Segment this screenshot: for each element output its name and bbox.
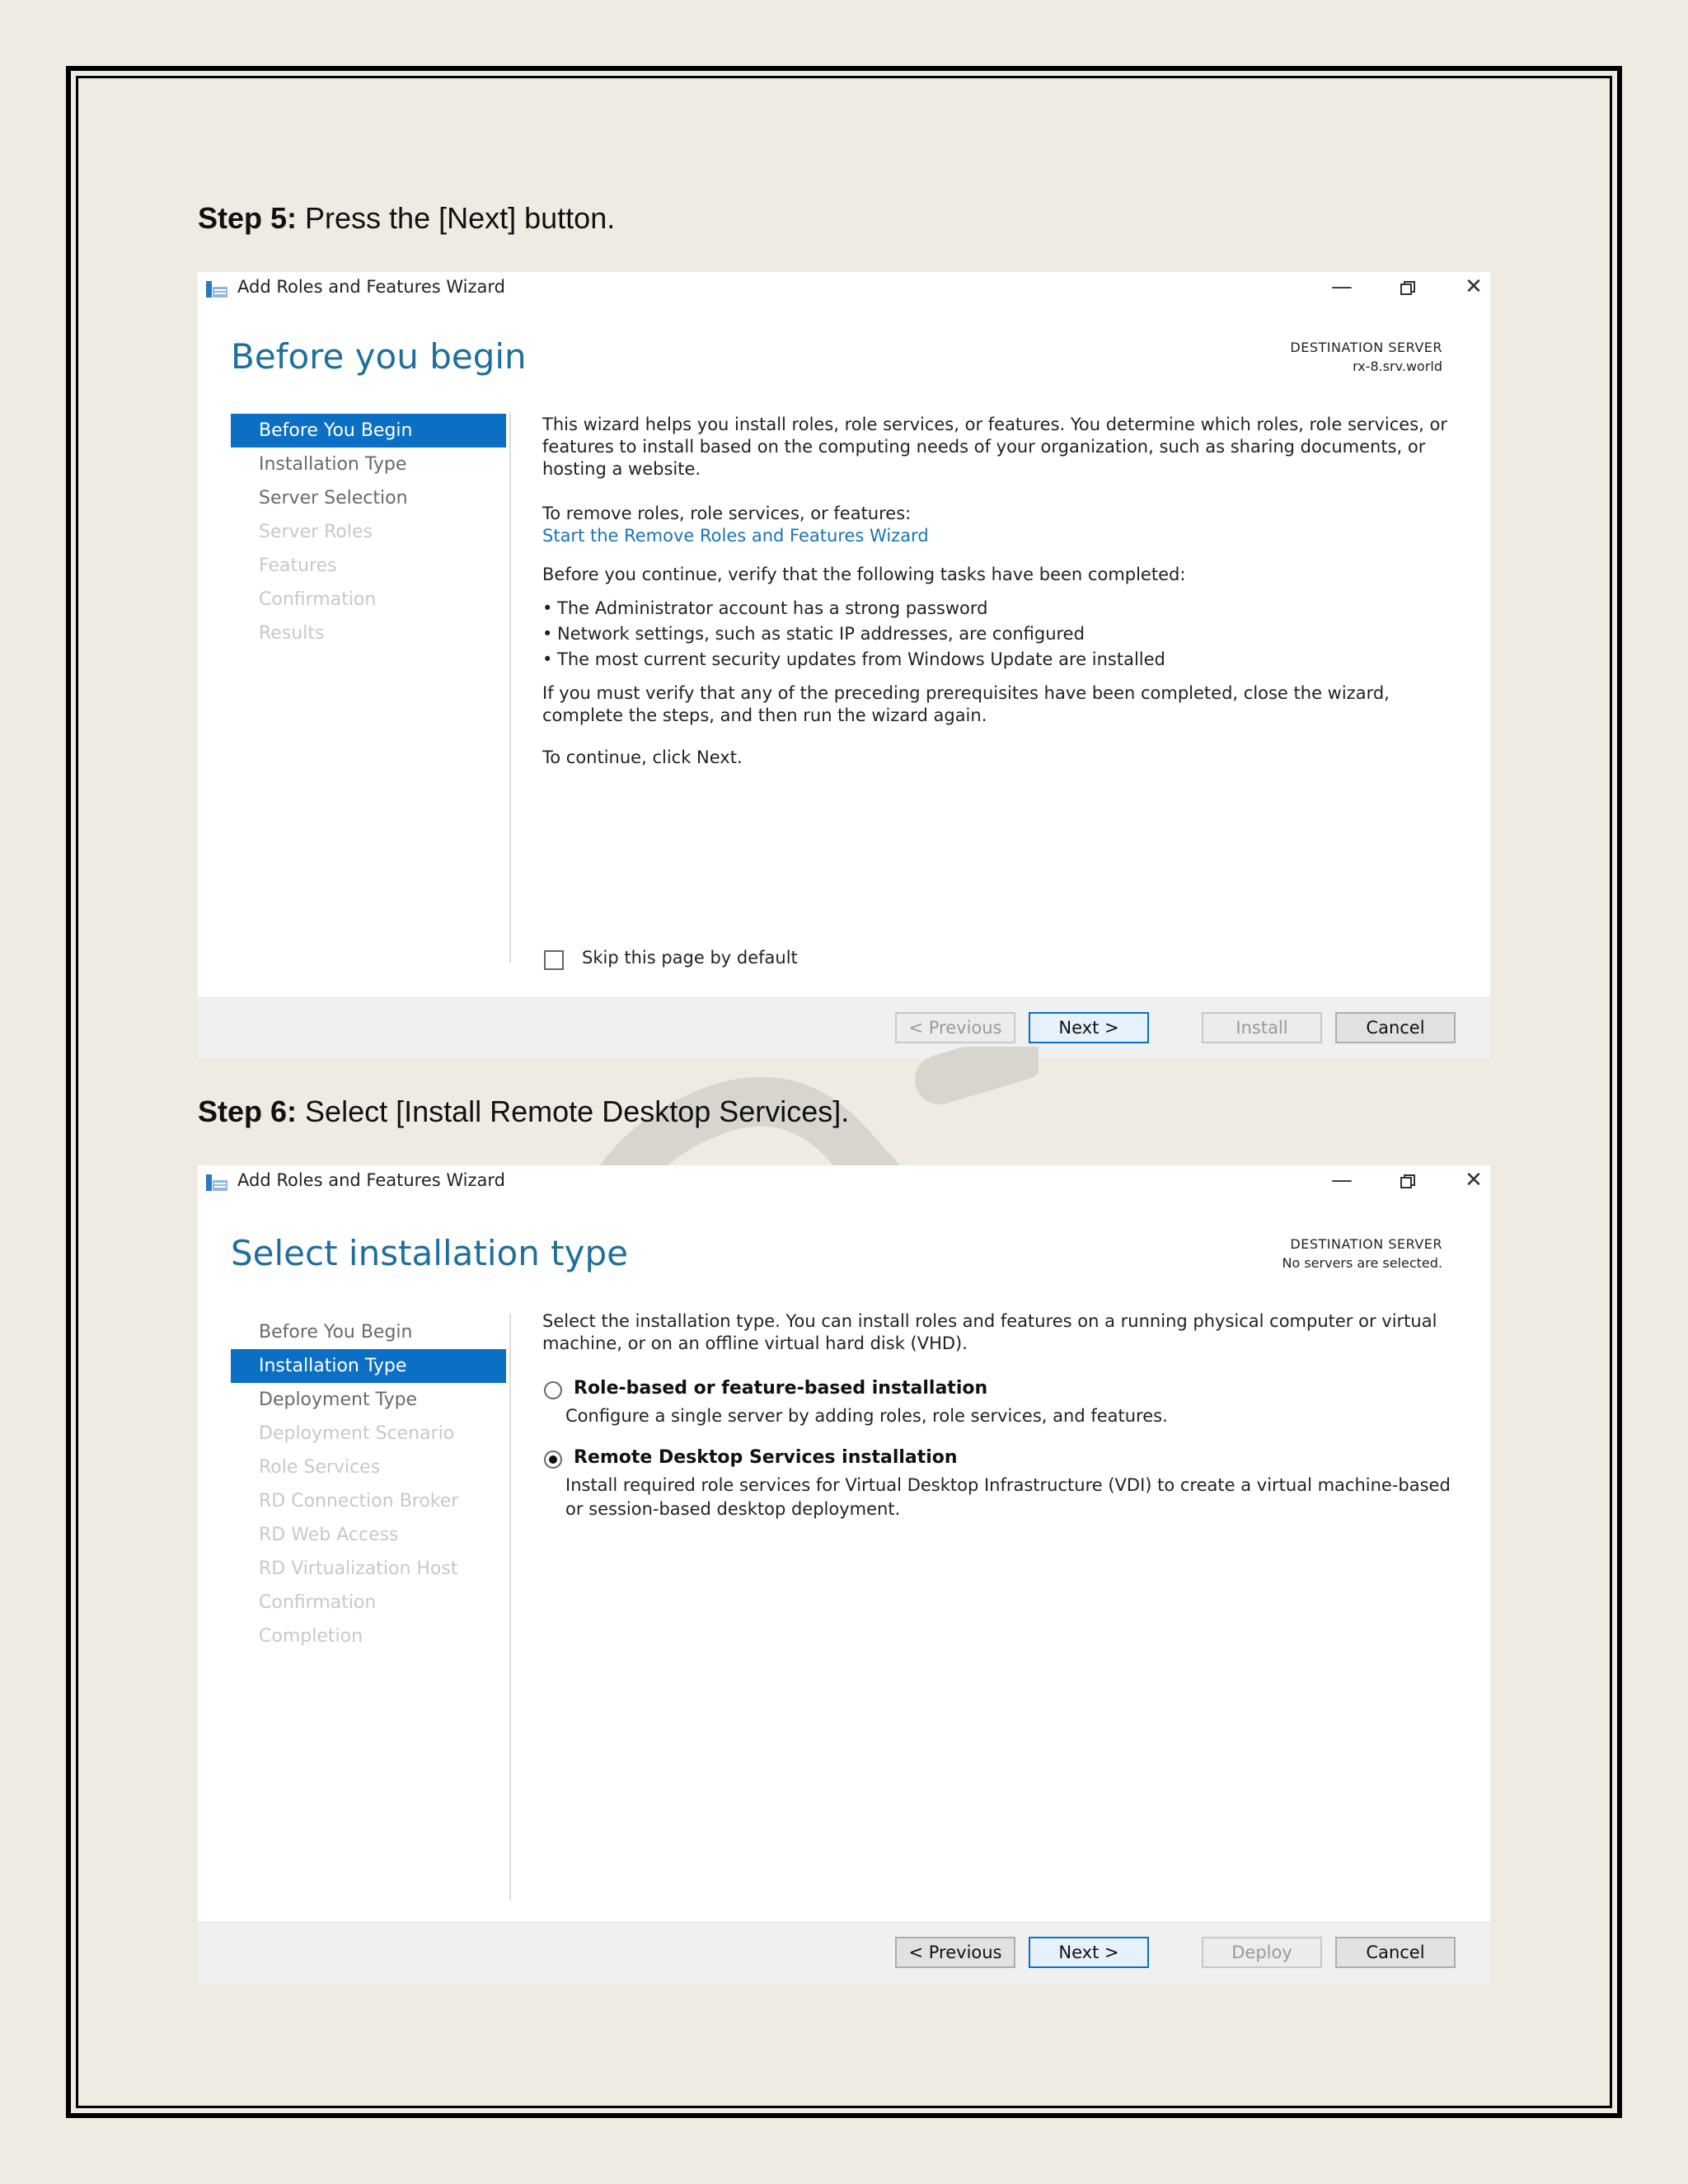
- list-item: The most current security updates from W…: [542, 647, 1465, 673]
- cancel-button[interactable]: Cancel: [1335, 1012, 1456, 1043]
- prereq-text: If you must verify that any of the prece…: [542, 683, 1390, 725]
- wizard-window-before-you-begin: Add Roles and Features Wizard — ✕ Before…: [198, 272, 1490, 1059]
- nav-item-results: Results: [259, 623, 325, 644]
- destination-server-value: rx-8.srv.world: [1353, 359, 1442, 374]
- destination-server: DESTINATION SERVER No servers are select…: [1282, 1235, 1443, 1272]
- destination-server: DESTINATION SERVER rx-8.srv.world: [1290, 338, 1442, 376]
- continue-text: To continue, click Next.: [542, 748, 743, 767]
- remote-desktop-radio[interactable]: [544, 1451, 562, 1469]
- install-button[interactable]: Install: [1202, 1012, 1322, 1043]
- skip-page-checkbox[interactable]: [544, 950, 564, 970]
- next-button[interactable]: Next >: [1029, 1937, 1149, 1968]
- step6-caption: Step 6: Select [Install Remote Desktop S…: [198, 1094, 849, 1129]
- step6-label: Step 6:: [198, 1094, 298, 1128]
- close-icon[interactable]: ✕: [1449, 1165, 1498, 1198]
- wizard-footer: < Previous Next > Install Cancel: [198, 997, 1490, 1059]
- nav-item-deployment-type[interactable]: Deployment Type: [231, 1383, 506, 1417]
- nav-item-confirmation: Confirmation: [259, 1592, 377, 1613]
- wizard-window-select-installation-type: Add Roles and Features Wizard — ✕ Select…: [198, 1165, 1490, 1984]
- previous-button[interactable]: < Previous: [895, 1937, 1015, 1968]
- role-based-title[interactable]: Role-based or feature-based installation: [574, 1378, 987, 1399]
- intro-text: This wizard helps you install roles, rol…: [542, 415, 1447, 479]
- server-manager-icon: [206, 281, 227, 298]
- intro-text: Select the installation type. You can in…: [542, 1311, 1437, 1353]
- step5-caption: Step 5: Press the [Next] button.: [198, 201, 615, 236]
- nav-item-server-roles: Server Roles: [259, 522, 373, 542]
- remote-desktop-title[interactable]: Remote Desktop Services installation: [574, 1447, 958, 1468]
- wizard-nav: Before You Begin Installation Type Deplo…: [231, 1315, 506, 1653]
- remote-desktop-desc: Install required role services for Virtu…: [565, 1475, 1451, 1519]
- deploy-button[interactable]: Deploy: [1202, 1937, 1322, 1968]
- cancel-button[interactable]: Cancel: [1335, 1937, 1456, 1968]
- server-manager-icon: [206, 1174, 227, 1191]
- nav-item-rd-connection-broker: RD Connection Broker: [259, 1491, 459, 1511]
- step5-text: Press the [Next] button.: [297, 201, 616, 235]
- window-title: Add Roles and Features Wizard: [237, 1170, 505, 1190]
- list-item: Network settings, such as static IP addr…: [542, 621, 1465, 647]
- restore-icon[interactable]: [1383, 1165, 1432, 1198]
- destination-server-value: No servers are selected.: [1282, 1255, 1443, 1271]
- step6-text: Select [Install Remote Desktop Services]…: [297, 1094, 850, 1128]
- window-title: Add Roles and Features Wizard: [237, 277, 505, 297]
- nav-item-rd-web-access: RD Web Access: [259, 1525, 399, 1545]
- minimize-icon[interactable]: —: [1317, 1165, 1367, 1198]
- remove-text: To remove roles, role services, or featu…: [542, 504, 912, 523]
- page-heading: Before you begin: [231, 336, 527, 377]
- title-bar: Add Roles and Features Wizard — ✕: [198, 1165, 1490, 1198]
- nav-item-server-selection[interactable]: Server Selection: [231, 481, 506, 515]
- nav-item-confirmation: Confirmation: [259, 589, 377, 610]
- wizard-footer: < Previous Next > Deploy Cancel: [198, 1922, 1490, 1984]
- remove-roles-link[interactable]: Start the Remove Roles and Features Wiza…: [542, 525, 1465, 547]
- nav-item-rd-virtualization-host: RD Virtualization Host: [259, 1558, 458, 1579]
- skip-page-label: Skip this page by default: [582, 948, 798, 968]
- nav-item-deployment-scenario: Deployment Scenario: [259, 1423, 455, 1444]
- step5-label: Step 5:: [198, 201, 298, 235]
- list-item: The Administrator account has a strong p…: [542, 596, 1465, 621]
- nav-item-role-services: Role Services: [259, 1457, 381, 1478]
- nav-divider: [509, 1314, 511, 1900]
- next-button[interactable]: Next >: [1029, 1012, 1149, 1043]
- prerequisite-list: The Administrator account has a strong p…: [542, 596, 1465, 673]
- title-bar: Add Roles and Features Wizard — ✕: [198, 272, 1490, 305]
- nav-item-installation-type[interactable]: Installation Type: [231, 1349, 506, 1383]
- close-icon[interactable]: ✕: [1449, 272, 1498, 305]
- destination-server-label: DESTINATION SERVER: [1290, 340, 1442, 355]
- nav-item-before-you-begin[interactable]: Before You Begin: [231, 414, 506, 448]
- destination-server-label: DESTINATION SERVER: [1290, 1236, 1442, 1252]
- verify-text: Before you continue, verify that the fol…: [542, 565, 1186, 584]
- page-heading: Select installation type: [231, 1233, 628, 1273]
- role-based-desc: Configure a single server by adding role…: [565, 1406, 1168, 1426]
- previous-button[interactable]: < Previous: [895, 1012, 1015, 1043]
- nav-item-before-you-begin[interactable]: Before You Begin: [231, 1315, 506, 1349]
- minimize-icon[interactable]: —: [1317, 272, 1367, 305]
- nav-item-completion: Completion: [259, 1626, 363, 1647]
- nav-item-features: Features: [259, 555, 337, 576]
- nav-divider: [509, 414, 511, 963]
- nav-item-installation-type[interactable]: Installation Type: [231, 448, 506, 481]
- restore-icon[interactable]: [1383, 272, 1432, 305]
- content-pane: This wizard helps you install roles, rol…: [542, 414, 1465, 769]
- wizard-nav: Before You Begin Installation Type Serve…: [231, 414, 506, 650]
- role-based-radio[interactable]: [544, 1381, 562, 1399]
